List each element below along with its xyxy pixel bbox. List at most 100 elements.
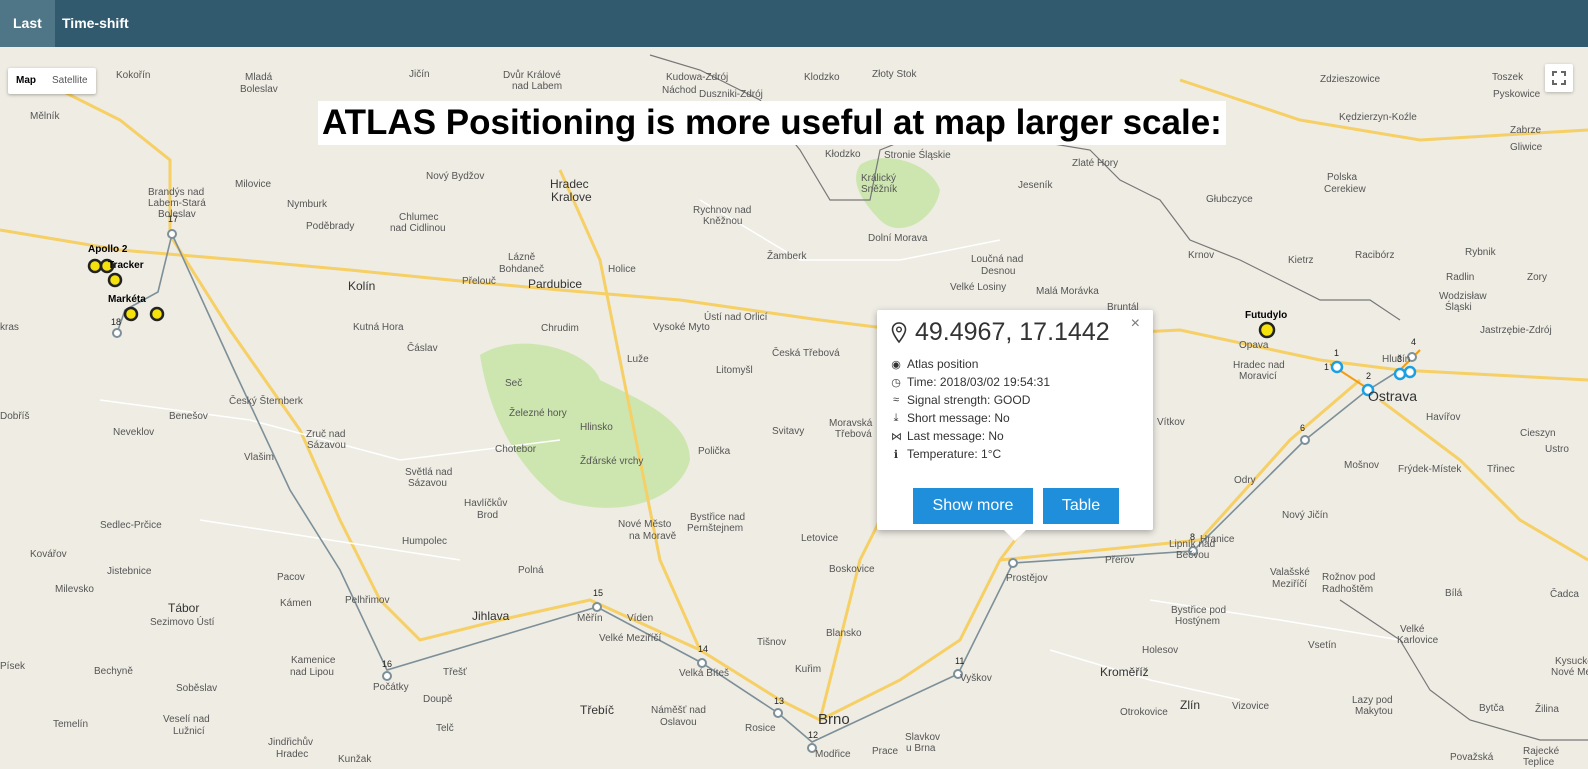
svg-text:Złoty Stok: Złoty Stok xyxy=(872,69,917,80)
svg-text:Bechyně: Bechyně xyxy=(94,666,133,677)
svg-text:Stronie Śląskie: Stronie Śląskie xyxy=(884,148,951,161)
svg-text:3: 3 xyxy=(1397,354,1402,364)
fullscreen-icon xyxy=(1552,71,1566,85)
svg-text:Svitavy: Svitavy xyxy=(772,426,804,437)
map-canvas[interactable]: Mělník Mladá Boleslav Brandýs nad Labem-… xyxy=(0,47,1588,769)
popup-close-button[interactable]: × xyxy=(1131,315,1140,333)
svg-text:12: 12 xyxy=(808,730,818,740)
svg-text:Ostrava: Ostrava xyxy=(1368,388,1417,404)
svg-text:Moravicí: Moravicí xyxy=(1239,371,1277,382)
svg-text:Głubczyce: Głubczyce xyxy=(1206,194,1253,205)
svg-text:Bílá: Bílá xyxy=(1445,588,1463,599)
svg-text:Makytou: Makytou xyxy=(1355,706,1393,717)
tracker-label-apollo2: Apollo 2 xyxy=(88,244,128,255)
svg-text:Gliwice: Gliwice xyxy=(1510,142,1543,153)
svg-text:Velké Losiny: Velké Losiny xyxy=(950,282,1006,293)
popup-line-signal: ≈ Signal strength: GOOD xyxy=(891,393,1030,407)
map-type-satellite-button[interactable]: Satellite xyxy=(44,68,96,94)
table-button[interactable]: Table xyxy=(1043,488,1119,524)
svg-text:Letovice: Letovice xyxy=(801,533,839,544)
svg-text:Bohdaneč: Bohdaneč xyxy=(499,264,544,275)
svg-text:Kněžnou: Kněžnou xyxy=(703,216,742,227)
svg-text:Tábor: Tábor xyxy=(168,601,199,615)
svg-text:Sázavou: Sázavou xyxy=(408,478,447,489)
svg-text:Nymburk: Nymburk xyxy=(287,199,328,210)
svg-text:Odry: Odry xyxy=(1234,475,1256,486)
tracker-label-tracker: Tracker xyxy=(108,260,144,271)
signal-text: Signal strength: GOOD xyxy=(907,393,1031,407)
svg-text:Velká Bíteš: Velká Bíteš xyxy=(679,668,729,679)
svg-text:Jeseník: Jeseník xyxy=(1018,180,1053,191)
svg-text:Hostýnem: Hostýnem xyxy=(1175,616,1220,627)
svg-text:Pernštejnem: Pernštejnem xyxy=(687,523,743,534)
svg-text:Kolín: Kolín xyxy=(348,279,375,293)
svg-text:Vizovice: Vizovice xyxy=(1232,701,1269,712)
svg-text:Kámen: Kámen xyxy=(280,598,312,609)
svg-text:Ústí nad Orlicí: Ústí nad Orlicí xyxy=(704,310,768,323)
svg-text:Pyskowice: Pyskowice xyxy=(1493,89,1541,100)
svg-text:Zabrze: Zabrze xyxy=(1510,125,1542,136)
svg-text:Rychnov nad: Rychnov nad xyxy=(693,205,751,216)
svg-text:Boleslav: Boleslav xyxy=(240,84,278,95)
svg-text:Veselí nad: Veselí nad xyxy=(163,714,210,725)
svg-text:Velké Meziříčí: Velké Meziříčí xyxy=(599,633,661,644)
svg-text:Lázně: Lázně xyxy=(508,252,536,263)
svg-text:kras: kras xyxy=(0,322,19,333)
svg-text:Malá Morávka: Malá Morávka xyxy=(1036,286,1099,297)
svg-text:Rajecké: Rajecké xyxy=(1523,746,1560,757)
svg-text:Vítkov: Vítkov xyxy=(1157,417,1185,428)
svg-text:Dobříš: Dobříš xyxy=(0,411,29,422)
map-type-map-button[interactable]: Map xyxy=(8,68,44,94)
svg-text:Sedlec-Prčice: Sedlec-Prčice xyxy=(100,520,162,531)
svg-text:14: 14 xyxy=(698,644,708,654)
svg-text:Soběslav: Soběslav xyxy=(176,683,217,694)
svg-text:Poděbrady: Poděbrady xyxy=(306,221,354,232)
svg-text:Náchod: Náchod xyxy=(662,85,696,96)
map-type-control: Map Satellite xyxy=(8,68,96,94)
svg-text:Bystřice nad: Bystřice nad xyxy=(690,512,745,523)
svg-text:Doupě: Doupě xyxy=(423,694,453,705)
svg-text:Kroměříž: Kroměříž xyxy=(1100,665,1149,679)
atlas-position-text: Atlas position xyxy=(907,357,979,371)
svg-text:Blansko: Blansko xyxy=(826,628,862,639)
svg-text:18: 18 xyxy=(111,317,121,327)
clock-icon: ◷ xyxy=(891,376,901,389)
tab-time-shift[interactable]: Time-shift xyxy=(49,0,142,47)
svg-text:Milevsko: Milevsko xyxy=(55,584,94,595)
svg-text:Polná: Polná xyxy=(518,565,544,576)
svg-text:Wodzisław: Wodzisław xyxy=(1439,291,1487,302)
svg-text:Kutná Hora: Kutná Hora xyxy=(353,322,404,333)
svg-text:Hradec: Hradec xyxy=(276,749,308,760)
globe-icon: ◉ xyxy=(891,358,901,371)
download-icon: ⤓ xyxy=(893,411,899,424)
svg-text:6: 6 xyxy=(1300,423,1305,433)
svg-text:Čáslav: Čáslav xyxy=(407,341,438,354)
svg-text:Racibórz: Racibórz xyxy=(1355,250,1394,261)
svg-text:Třebíč: Třebíč xyxy=(580,703,614,717)
svg-text:1: 1 xyxy=(1334,348,1339,358)
svg-text:Krnov: Krnov xyxy=(1188,250,1214,261)
temperature-text: Temperature: 1°C xyxy=(907,447,1002,461)
svg-text:u Brna: u Brna xyxy=(906,743,936,754)
svg-text:Luže: Luže xyxy=(627,354,649,365)
map-base: Mělník Mladá Boleslav Brandýs nad Labem-… xyxy=(0,54,1588,768)
svg-text:Chotebor: Chotebor xyxy=(495,444,537,455)
svg-text:17: 17 xyxy=(168,214,178,224)
svg-text:Hranice: Hranice xyxy=(1200,534,1235,545)
fullscreen-button[interactable] xyxy=(1545,64,1573,92)
svg-text:Tišnov: Tišnov xyxy=(757,637,786,648)
svg-text:Rosice: Rosice xyxy=(745,723,776,734)
svg-text:Nové Meste: Nové Meste xyxy=(1551,667,1588,678)
svg-text:Vysoké Myto: Vysoké Myto xyxy=(653,322,710,333)
svg-text:Dvůr Králové: Dvůr Králové xyxy=(503,69,561,81)
show-more-button[interactable]: Show more xyxy=(913,488,1033,524)
popup-coordinates: 49.4967, 17.1442 xyxy=(891,318,1110,347)
svg-text:Cerekiew: Cerekiew xyxy=(1324,184,1366,195)
svg-text:Opava: Opava xyxy=(1239,340,1269,351)
svg-text:Kłodzko: Kłodzko xyxy=(825,149,861,160)
tracker-label-futudylo: Futudylo xyxy=(1245,310,1287,321)
tab-last[interactable]: Last xyxy=(0,0,55,47)
svg-text:Vlašim: Vlašim xyxy=(244,452,274,463)
svg-text:13: 13 xyxy=(774,696,784,706)
svg-text:Brandýs nad: Brandýs nad xyxy=(148,187,204,198)
